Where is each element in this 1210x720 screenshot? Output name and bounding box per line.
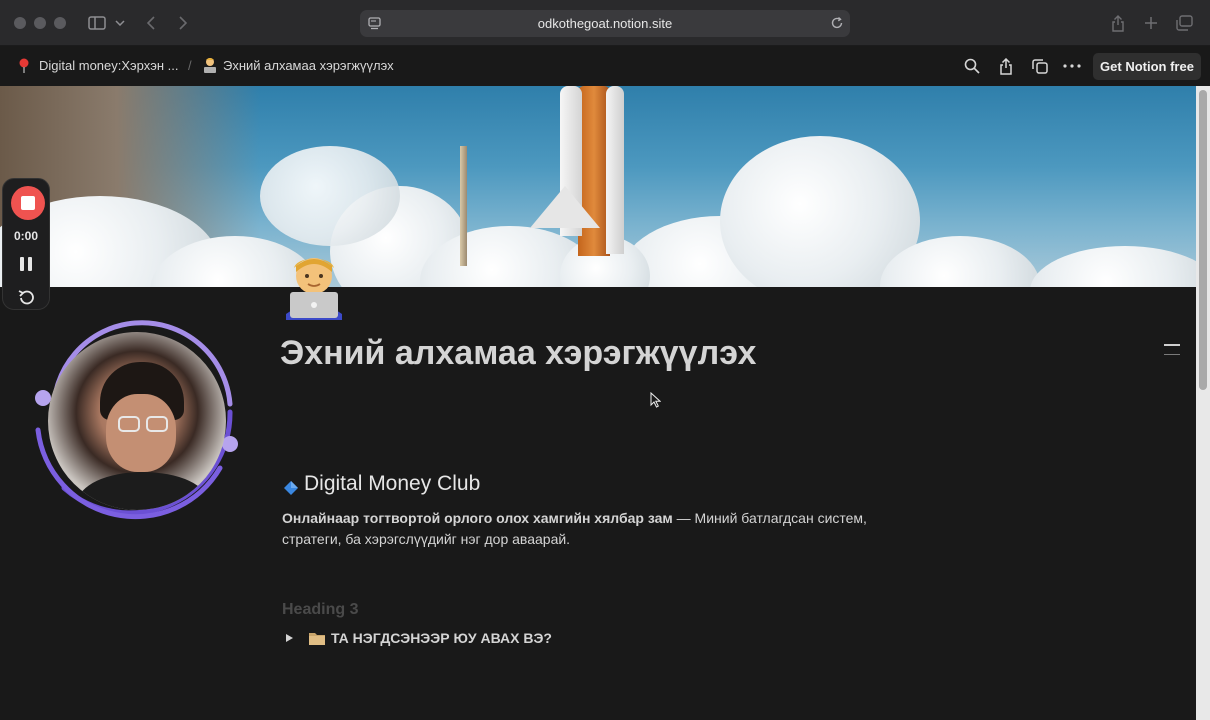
intro-paragraph[interactable]: Онлайнаар тогтвортой орлого олох хамгийн… xyxy=(282,508,922,550)
screen-recorder-panel: 0:00 xyxy=(2,178,50,310)
blue-diamond-icon xyxy=(284,477,298,495)
minimize-window-button[interactable] xyxy=(34,17,46,29)
notion-topbar: Digital money:Хэрхэн ... / Эхний алхамаа… xyxy=(0,46,1210,86)
heading-text: Digital Money Club xyxy=(304,472,481,495)
zoom-window-button[interactable] xyxy=(54,17,66,29)
address-bar[interactable]: odkothegoat.notion.site xyxy=(360,10,850,37)
table-of-contents-marker-secondary[interactable] xyxy=(1164,354,1180,355)
url-text: odkothegoat.notion.site xyxy=(537,16,673,31)
close-window-button[interactable] xyxy=(14,17,26,29)
pin-icon xyxy=(18,58,30,79)
stop-recording-button[interactable] xyxy=(11,186,45,220)
intro-paragraph-bold: Онлайнаар тогтвортой орлого олох хамгийн… xyxy=(282,510,673,526)
back-icon[interactable] xyxy=(142,12,160,34)
duplicate-icon[interactable] xyxy=(1030,56,1050,76)
forward-icon[interactable] xyxy=(174,12,192,34)
more-options-icon[interactable] xyxy=(1062,56,1082,76)
share-icon[interactable] xyxy=(1108,12,1128,34)
webcam-overlay[interactable] xyxy=(30,318,242,530)
table-of-contents-marker[interactable] xyxy=(1164,344,1180,346)
restart-icon[interactable] xyxy=(17,289,35,310)
page-title[interactable]: Эхний алхамаа хэрэгжүүлэх xyxy=(280,334,756,373)
reload-icon[interactable] xyxy=(830,16,844,35)
breadcrumb-current[interactable]: Эхний алхамаа хэрэгжүүлэх xyxy=(223,58,394,73)
heading-digital-money-club[interactable]: Digital Money Club xyxy=(284,472,480,496)
breadcrumb-parent[interactable]: Digital money:Хэрхэн ... xyxy=(39,58,179,73)
toggle-what-you-get[interactable]: ТА НЭГДСЭНЭЭР ЮУ АВАХ ВЭ? xyxy=(284,630,552,646)
scrollbar-thumb[interactable] xyxy=(1199,90,1207,390)
pause-icon[interactable] xyxy=(19,256,33,277)
sidebar-toggle-icon[interactable] xyxy=(86,12,108,34)
cover-image xyxy=(0,86,1196,287)
page-settings-icon[interactable] xyxy=(368,17,381,35)
heading3-placeholder[interactable]: Heading 3 xyxy=(282,601,358,619)
share-page-icon[interactable] xyxy=(996,56,1016,76)
tab-overview-icon[interactable] xyxy=(1173,12,1195,34)
search-icon[interactable] xyxy=(962,56,982,76)
recording-timer: 0:00 xyxy=(13,229,39,243)
get-notion-free-button[interactable]: Get Notion free xyxy=(1093,53,1201,80)
chevron-down-icon[interactable] xyxy=(112,12,128,34)
toggle-triangle-icon[interactable] xyxy=(284,630,298,646)
folder-icon xyxy=(308,630,326,646)
browser-titlebar: odkothegoat.notion.site xyxy=(0,0,1210,46)
stop-icon xyxy=(21,196,35,210)
new-tab-icon[interactable] xyxy=(1141,12,1161,34)
breadcrumb-separator: / xyxy=(188,58,192,73)
mouse-cursor-icon xyxy=(650,391,662,413)
webcam-video xyxy=(48,332,226,510)
person-laptop-icon xyxy=(202,56,218,79)
toggle-label: ТА НЭГДСЭНЭЭР ЮУ АВАХ ВЭ? xyxy=(331,630,552,646)
page-icon-person-laptop[interactable] xyxy=(282,254,346,320)
